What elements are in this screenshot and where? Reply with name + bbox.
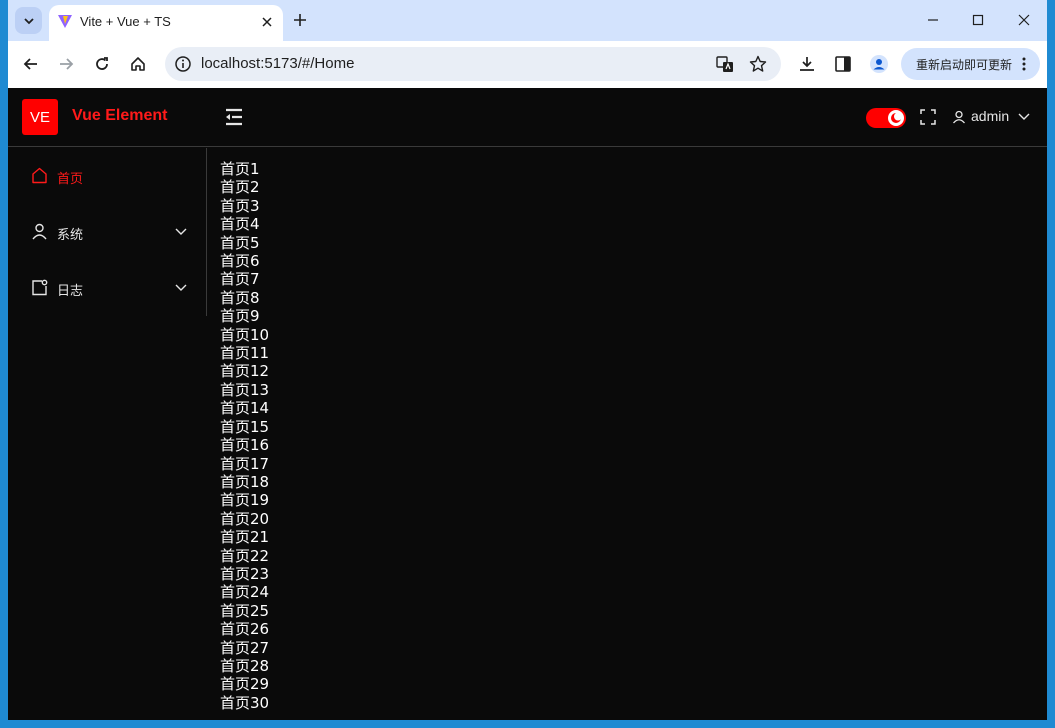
side-panel-icon — [835, 56, 851, 72]
arrow-right-icon — [60, 58, 74, 70]
content-line: 首页12 — [220, 362, 270, 381]
plus-icon — [294, 14, 306, 26]
content-line: 首页13 — [220, 380, 270, 399]
star-icon — [749, 55, 767, 72]
content-line: 首页30 — [220, 693, 270, 712]
user-icon — [953, 110, 965, 124]
logo-text: Vue Element — [72, 107, 168, 124]
close-icon — [262, 17, 272, 27]
bookmark-button[interactable] — [748, 54, 768, 74]
content-line: 首页2 — [220, 178, 260, 197]
profile-button[interactable] — [868, 53, 890, 75]
tab-title: Vite + Vue + TS — [80, 14, 171, 29]
content-line: 首页3 — [220, 196, 260, 215]
content-line: 首页19 — [220, 491, 270, 510]
logo-badge: VE — [22, 99, 58, 135]
kebab-menu-icon — [1022, 57, 1026, 71]
content-line: 首页23 — [220, 564, 270, 583]
download-icon — [800, 57, 814, 71]
maximize-icon — [972, 14, 984, 26]
main-content: 首页1 首页2 首页3 首页4 首页5 首页6 首页7 首页8 首页9 首页10 首页11 首页12 首… — [220, 160, 1020, 712]
address-bar[interactable]: localhost:5173/#/Home — [165, 47, 781, 81]
browser-tab[interactable]: Vite + Vue + TS — [49, 5, 283, 41]
content-line: 首页18 — [220, 472, 270, 491]
reload-icon — [96, 57, 108, 70]
browser-toolbar: localhost:5173/#/Home 重新启动即可更新 — [8, 41, 1047, 88]
side-panel-button[interactable] — [832, 53, 854, 75]
downloads-button[interactable] — [796, 53, 818, 75]
content-line: 首页15 — [220, 417, 270, 436]
theme-toggle[interactable] — [866, 108, 906, 128]
arrow-left-icon — [23, 58, 37, 70]
fullscreen-icon[interactable] — [920, 109, 936, 125]
sidebar-item-label: 系统 — [57, 228, 84, 243]
content-line: 首页7 — [220, 270, 260, 289]
update-label: 重新启动即可更新 — [916, 58, 1013, 72]
moon-icon — [891, 112, 902, 123]
tab-close-button[interactable] — [259, 14, 275, 30]
sidebar-item-home[interactable]: 首页 — [8, 148, 207, 204]
content-line: 首页8 — [220, 288, 260, 307]
translate-button[interactable] — [715, 54, 735, 74]
restart-update-button[interactable]: 重新启动即可更新 — [901, 48, 1040, 80]
sidebar-item-label: 首页 — [57, 172, 84, 187]
translate-icon — [716, 56, 733, 72]
browser-titlebar: Vite + Vue + TS — [8, 0, 1047, 41]
browser-window: Vite + Vue + TS localhost:5173/#/Home 重新… — [8, 0, 1047, 720]
content-line: 首页11 — [220, 344, 270, 363]
chevron-down-icon — [175, 228, 187, 235]
content-line: 首页22 — [220, 546, 270, 565]
content-line: 首页16 — [220, 436, 270, 455]
user-icon — [32, 223, 47, 240]
log-icon — [32, 279, 48, 296]
close-icon — [1018, 14, 1030, 26]
menu-fold-icon[interactable] — [224, 108, 244, 126]
app-header: VE Vue Element admin — [8, 88, 1047, 147]
content-line: 首页24 — [220, 583, 270, 602]
forward-button[interactable] — [55, 53, 77, 75]
content-line: 首页14 — [220, 399, 270, 418]
chevron-down-icon — [175, 284, 187, 291]
content-line: 首页10 — [220, 325, 270, 344]
sidebar-item-system[interactable]: 系统 — [8, 204, 207, 260]
content-line: 首页25 — [220, 601, 270, 620]
url-text: localhost:5173/#/Home — [201, 55, 355, 72]
chevron-down-icon — [23, 17, 34, 24]
browser-menu-button[interactable] — [1016, 56, 1032, 72]
content-line: 首页9 — [220, 307, 260, 326]
sidebar: 首页 系统 日志 — [8, 148, 207, 316]
site-info-icon[interactable] — [174, 55, 192, 73]
content-line: 首页28 — [220, 656, 270, 675]
content-line: 首页6 — [220, 252, 260, 271]
new-tab-button[interactable] — [290, 10, 310, 30]
sidebar-item-log[interactable]: 日志 — [8, 260, 207, 316]
content-line: 首页26 — [220, 620, 270, 639]
user-name[interactable]: admin — [971, 108, 1009, 124]
home-icon — [131, 57, 145, 71]
theme-knob — [888, 110, 904, 126]
content-line: 首页27 — [220, 638, 270, 657]
close-window-button[interactable] — [1014, 10, 1034, 30]
content-line: 首页17 — [220, 454, 270, 473]
vite-logo-icon — [58, 15, 72, 28]
back-button[interactable] — [20, 53, 42, 75]
sidebar-item-label: 日志 — [57, 284, 84, 299]
chevron-down-icon[interactable] — [1018, 112, 1030, 122]
maximize-button[interactable] — [968, 10, 988, 30]
reload-button[interactable] — [91, 53, 113, 75]
content-line: 首页4 — [220, 215, 260, 234]
content-line: 首页1 — [220, 160, 260, 178]
profile-avatar-icon — [870, 55, 888, 73]
minimize-button[interactable] — [923, 10, 943, 30]
tab-search-button[interactable] — [15, 7, 42, 34]
home-icon — [32, 167, 47, 184]
home-button[interactable] — [127, 53, 149, 75]
content-line: 首页29 — [220, 675, 270, 694]
minimize-icon — [928, 19, 938, 21]
content-line: 首页21 — [220, 528, 270, 547]
content-line: 首页5 — [220, 233, 260, 252]
content-line: 首页20 — [220, 509, 270, 528]
